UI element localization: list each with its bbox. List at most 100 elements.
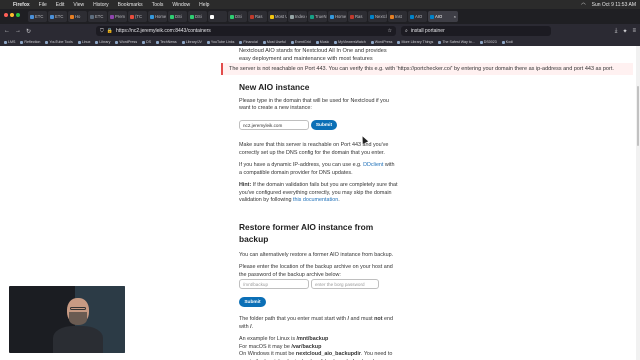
browser-tab[interactable]: Inst xyxy=(388,11,407,22)
menu-edit[interactable]: Edit xyxy=(56,2,65,8)
tab-favicon-icon xyxy=(30,14,34,19)
menu-help[interactable]: Help xyxy=(199,2,209,8)
hint-end: . xyxy=(338,197,340,204)
windows-example: On Windows it must be nextcloud_aio_back… xyxy=(239,351,399,360)
port-warning-text: The server is not reachable on Port 443.… xyxy=(229,66,614,72)
restore-submit-button[interactable]: Submit xyxy=(239,297,266,307)
scrollbar-thumb[interactable] xyxy=(637,86,639,146)
bookmark-item[interactable]: MyViewersWatch xyxy=(334,40,366,44)
bookmark-star-icon[interactable]: ☆ xyxy=(388,28,392,34)
close-window-button[interactable] xyxy=(4,13,8,17)
browser-tab[interactable]: TrueN xyxy=(308,11,327,22)
dynamic-ip-text: If you have a dynamic IP-address, you ca… xyxy=(239,162,364,169)
new-instance-section: New AIO instance Please type in the doma… xyxy=(239,82,399,113)
browser-tab[interactable]: Home xyxy=(328,11,347,22)
menu-history[interactable]: History xyxy=(93,2,109,8)
macos-menu-bar: Firefox File Edit View History Bookmarks… xyxy=(0,0,640,9)
browser-tab[interactable]: AIO xyxy=(408,11,427,22)
presenter-beard xyxy=(69,312,87,325)
close-tab-icon[interactable]: × xyxy=(454,14,456,19)
browser-tab[interactable]: Ho xyxy=(68,11,87,22)
bookmark-item[interactable]: TechNews xyxy=(156,40,177,44)
menu-app-name[interactable]: Firefox xyxy=(13,2,30,8)
bookmark-item[interactable]: Music xyxy=(315,40,329,44)
bookmark-item[interactable]: LMS xyxy=(4,40,15,44)
submit-domain-button[interactable]: Submit xyxy=(311,120,337,130)
bookmark-label: WordPress xyxy=(374,40,393,44)
menu-clock[interactable]: Sun Oct 9 11:53 AM xyxy=(592,2,636,8)
windows-example-text: On Windows it must be xyxy=(239,351,296,358)
bookmark-item[interactable]: Most Useful xyxy=(262,40,286,44)
browser-tab[interactable]: ETC xyxy=(88,11,107,22)
wifi-icon[interactable]: ◠ xyxy=(581,2,585,8)
bookmark-label: LMS xyxy=(8,40,16,44)
bookmark-item[interactable]: Library/JV xyxy=(181,40,202,44)
browser-tab[interactable]: ETC xyxy=(48,11,67,22)
url-text[interactable]: https://nc2.jeremyleik.com:8443/containe… xyxy=(116,28,211,34)
minimize-window-button[interactable] xyxy=(10,13,14,17)
browser-tab[interactable] xyxy=(208,11,227,22)
bookmark-item[interactable]: DS xyxy=(142,40,151,44)
browser-tab[interactable]: Home xyxy=(148,11,167,22)
bookmark-item[interactable]: DS0023 xyxy=(479,40,497,44)
tab-favicon-icon xyxy=(230,14,234,19)
forward-icon[interactable]: → xyxy=(15,28,21,34)
menu-bookmarks[interactable]: Bookmarks xyxy=(118,2,143,8)
bookmark-item[interactable]: YouTube Tools xyxy=(45,40,73,44)
browser-tab[interactable]: Most Useful xyxy=(268,11,287,22)
restore-instructions: Please enter the location of the backup … xyxy=(239,264,393,278)
bookmark-item[interactable]: Financial xyxy=(239,40,258,44)
bookmark-item[interactable]: More Library Things xyxy=(397,40,433,44)
documentation-link[interactable]: this documentation xyxy=(293,197,338,203)
tab-label: (TC xyxy=(135,14,142,19)
hint-note: Hint: If the domain validation fails but… xyxy=(239,182,399,205)
browser-tab[interactable]: DSi xyxy=(168,11,187,22)
downloads-icon[interactable]: ⤓ xyxy=(615,28,618,35)
page-scrollbar[interactable] xyxy=(636,46,640,360)
bookmark-item[interactable]: WordPress xyxy=(115,40,137,44)
tab-favicon-icon xyxy=(310,14,314,19)
bookmark-label: Most Useful xyxy=(266,40,286,44)
lock-icon: 🔒 xyxy=(106,28,114,34)
bookmark-item[interactable]: Kodi xyxy=(501,40,513,44)
browser-tab[interactable]: DSi xyxy=(228,11,247,22)
extensions-icon[interactable]: ✦ xyxy=(622,28,627,35)
back-icon[interactable]: ← xyxy=(4,28,10,34)
backup-path-input[interactable]: /mnt/backup xyxy=(239,279,309,289)
bookmark-item[interactable]: Library xyxy=(95,40,110,44)
zoom-window-button[interactable] xyxy=(16,13,20,17)
bookmark-item[interactable]: WordPress xyxy=(370,40,393,44)
browser-tab[interactable]: (TC xyxy=(128,11,147,22)
browser-tab[interactable]: Nextcl xyxy=(368,11,387,22)
folder-note-not: not xyxy=(374,316,383,322)
browser-tab[interactable]: AIO × xyxy=(428,11,458,22)
bookmark-item[interactable]: The Safest Way to... xyxy=(438,40,475,44)
folder-note-text-2: and must xyxy=(348,316,375,322)
browser-tab[interactable]: Prem xyxy=(108,11,127,22)
tab-label: Ho xyxy=(75,14,81,19)
tab-label: TrueN xyxy=(315,14,327,19)
browser-tab[interactable]: Index of / xyxy=(288,11,307,22)
bookmark-item[interactable]: Linux xyxy=(77,40,90,44)
browser-tab[interactable]: DSi xyxy=(188,11,207,22)
domain-input[interactable]: nc2.jeremyleik.com xyxy=(239,120,309,130)
backup-password-input[interactable]: enter the borg password xyxy=(311,279,379,289)
reload-icon[interactable]: ↻ xyxy=(26,28,31,35)
menu-file[interactable]: File xyxy=(39,2,47,8)
search-text[interactable]: install portainer xyxy=(411,28,445,34)
navigation-toolbar: ← → ↻ ⛉ 🔒 https://nc2.jeremyleik.com:844… xyxy=(0,24,640,38)
browser-tab[interactable]: Ras xyxy=(348,11,367,22)
menu-window[interactable]: Window xyxy=(172,2,190,8)
menu-hamburger-icon[interactable]: ≡ xyxy=(632,28,636,35)
bookmark-item[interactable]: EventGrid xyxy=(290,40,311,44)
search-bar[interactable]: ⌕ install portainer xyxy=(401,26,552,36)
bookmark-item[interactable]: YouTube Links xyxy=(206,40,234,44)
url-bar[interactable]: ⛉ 🔒 https://nc2.jeremyleik.com:8443/cont… xyxy=(96,26,397,36)
browser-tab[interactable]: ETC xyxy=(28,11,47,22)
menu-view[interactable]: View xyxy=(73,2,84,8)
browser-tab[interactable]: Ras xyxy=(248,11,267,22)
menu-tools[interactable]: Tools xyxy=(152,2,164,8)
bookmark-item[interactable]: Reflection xyxy=(20,40,40,44)
ddclient-link[interactable]: DDclient xyxy=(363,162,383,168)
tab-favicon-icon xyxy=(390,14,394,19)
